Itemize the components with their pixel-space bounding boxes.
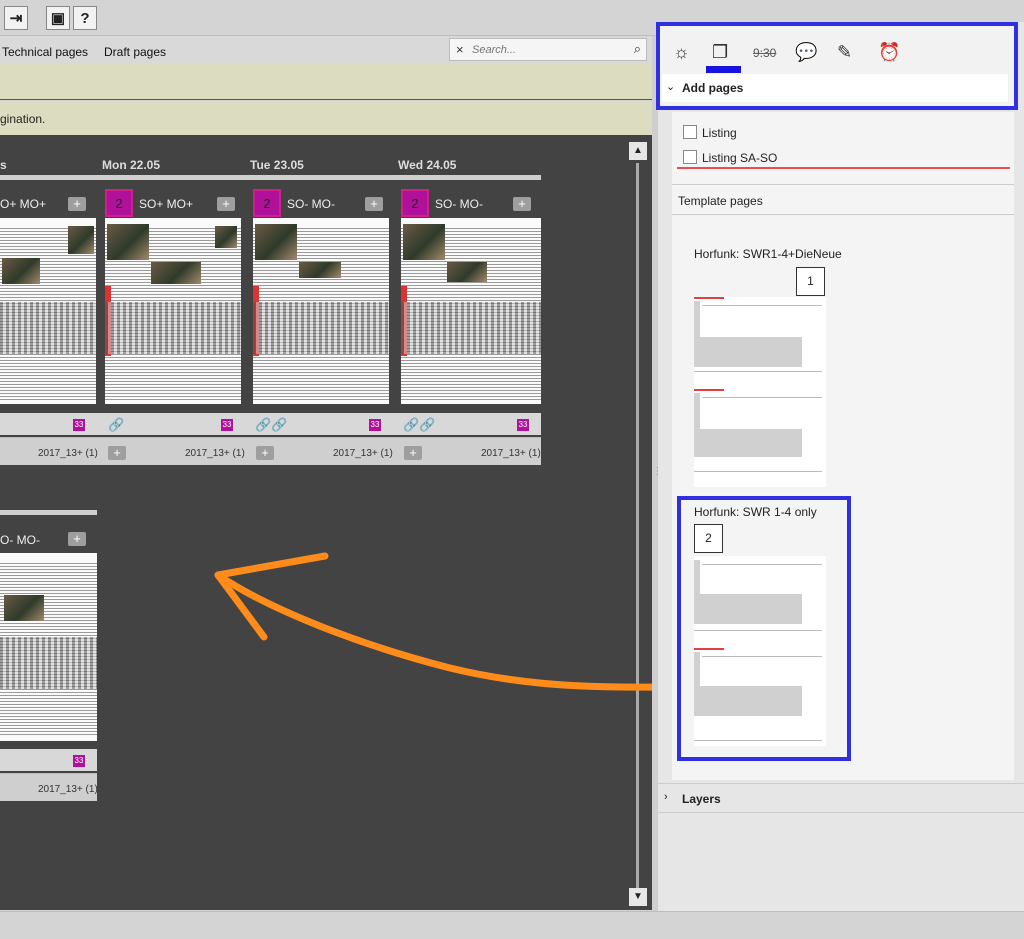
red-underline — [677, 167, 1010, 169]
chevron-right-icon: › — [664, 791, 668, 803]
highlight-box — [677, 496, 851, 761]
listing-label: Listing — [702, 126, 737, 140]
listing-sa-so-label: Listing SA-SO — [702, 151, 778, 165]
listing-checkbox[interactable] — [683, 125, 697, 139]
separator — [672, 184, 1014, 185]
template-thumbnail[interactable] — [694, 297, 826, 487]
template-number: 1 — [796, 267, 825, 296]
template-name: Horfunk: SWR1-4+DieNeue — [694, 247, 842, 261]
layers-label: Layers — [682, 792, 721, 806]
listing-sa-so-checkbox[interactable] — [683, 150, 697, 164]
layers-header[interactable]: › Layers — [658, 783, 1024, 813]
highlight-box — [656, 22, 1018, 110]
separator — [672, 214, 1014, 215]
status-bar — [0, 911, 1024, 939]
template-pages-label: Template pages — [678, 194, 763, 208]
